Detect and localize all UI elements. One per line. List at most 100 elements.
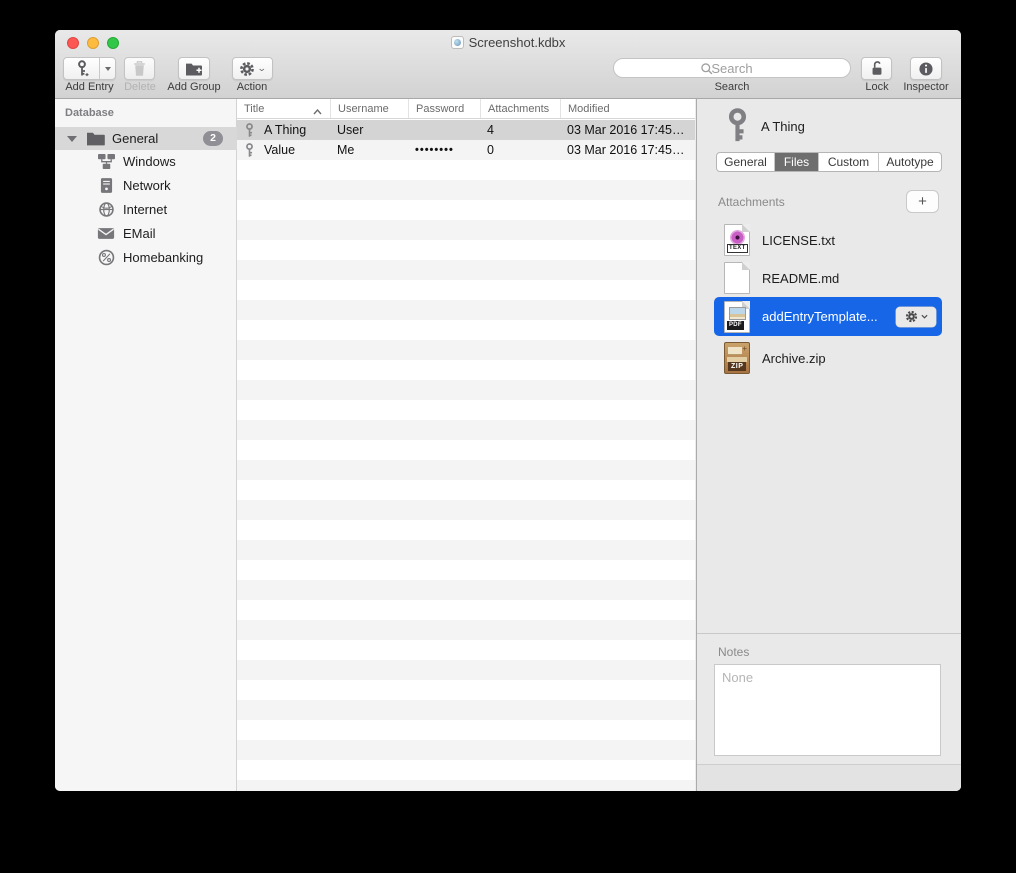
add-entry-button[interactable] <box>63 57 116 80</box>
attachment-name: Archive.zip <box>762 351 826 366</box>
envelope-icon <box>96 227 116 240</box>
table-empty-stripes <box>237 160 695 791</box>
inspector-label: Inspector <box>895 81 957 93</box>
info-icon <box>918 61 934 77</box>
search-input[interactable] <box>614 59 850 77</box>
column-header-password[interactable]: Password <box>408 99 480 118</box>
group-sidebar: Database General 2 Windows Network <box>55 99 237 791</box>
column-header-title[interactable]: Title <box>237 99 330 118</box>
globe-icon <box>96 201 116 218</box>
search-field <box>613 58 851 78</box>
entry-title: Value <box>264 143 295 157</box>
notes-section-label: Notes <box>718 645 749 659</box>
sidebar-item-label: Homebanking <box>123 250 203 265</box>
column-header-modified[interactable]: Modified <box>560 99 695 118</box>
trash-icon <box>132 60 147 77</box>
gear-icon <box>905 310 918 323</box>
percent-icon <box>96 249 116 266</box>
chevron-down-icon: ⌄ <box>257 63 267 74</box>
entry-password: •••••••• <box>408 144 480 156</box>
folder-icon <box>86 131 105 146</box>
key-icon <box>244 123 255 138</box>
window-title-text: Screenshot.kdbx <box>469 35 566 50</box>
inspector-tab-bar: General Files Custom Autotype <box>716 152 942 172</box>
delete-label: Delete <box>114 81 166 93</box>
add-attachment-button[interactable]: + <box>906 190 939 213</box>
sidebar-item-label: Internet <box>123 202 167 217</box>
key-icon <box>724 108 751 149</box>
inspector-footer <box>697 764 961 791</box>
sidebar-section-header: Database <box>65 107 114 119</box>
sidebar-item-internet[interactable]: Internet <box>55 198 237 220</box>
disclosure-triangle-icon[interactable] <box>67 136 77 142</box>
server-icon <box>96 177 116 194</box>
pdf-file-icon: PDF <box>724 301 750 333</box>
sidebar-item-general[interactable]: General 2 <box>55 127 237 150</box>
key-plus-icon <box>75 60 89 77</box>
attachment-row[interactable]: + ZIP Archive.zip <box>714 339 942 377</box>
chevron-down-icon <box>921 314 928 319</box>
sidebar-item-network[interactable]: Network <box>55 174 237 196</box>
sort-ascending-icon <box>313 106 322 118</box>
table-row[interactable]: Value Me •••••••• 0 03 Mar 2016 17:45… <box>237 140 695 160</box>
inspector-panel: A Thing General Files Custom Autotype At… <box>696 99 961 791</box>
table-row[interactable]: A Thing User 4 03 Mar 2016 17:45… <box>237 120 695 140</box>
attachment-row[interactable]: TEXT LICENSE.txt <box>714 221 942 259</box>
sidebar-item-label: Network <box>123 178 171 193</box>
sidebar-item-homebanking[interactable]: Homebanking <box>55 246 237 268</box>
zip-file-icon: + ZIP <box>724 342 750 374</box>
text-file-icon: TEXT <box>724 224 750 256</box>
lock-button[interactable] <box>861 57 892 80</box>
search-label: Search <box>613 81 851 93</box>
attachment-row[interactable]: README.md <box>714 259 942 297</box>
tab-autotype[interactable]: Autotype <box>878 153 941 171</box>
inspector-entry-title: A Thing <box>761 119 805 134</box>
notes-input[interactable] <box>714 664 941 756</box>
table-header: Title Username Password Attachments Modi… <box>237 99 695 119</box>
sidebar-item-label: Windows <box>123 154 176 169</box>
delete-button[interactable] <box>124 57 155 80</box>
document-file-icon <box>724 262 750 294</box>
app-window: Screenshot.kdbx Add Entry Delete Add Gro… <box>55 30 961 791</box>
key-icon <box>244 143 255 158</box>
gear-icon <box>239 61 255 77</box>
unlocked-padlock-icon <box>869 60 885 77</box>
entry-title: A Thing <box>264 123 306 137</box>
add-group-button[interactable] <box>178 57 210 80</box>
column-header-username[interactable]: Username <box>330 99 408 118</box>
window-title: Screenshot.kdbx <box>55 35 961 50</box>
entry-username: Me <box>330 143 408 157</box>
attachment-name: README.md <box>762 271 839 286</box>
action-button[interactable]: ⌄ <box>232 57 273 80</box>
sidebar-item-label: EMail <box>123 226 156 241</box>
add-entry-dropdown[interactable] <box>99 58 115 79</box>
entry-attachments-count: 4 <box>480 123 560 137</box>
attachment-name: addEntryTemplate.... <box>762 309 877 324</box>
sidebar-item-windows[interactable]: Windows <box>55 150 237 172</box>
document-proxy-icon <box>451 36 464 49</box>
window-chrome: Screenshot.kdbx Add Entry Delete Add Gro… <box>55 30 961 99</box>
divider <box>697 633 961 634</box>
attachment-name: LICENSE.txt <box>762 233 835 248</box>
sidebar-item-email[interactable]: EMail <box>55 222 237 244</box>
entry-table: Title Username Password Attachments Modi… <box>237 99 695 791</box>
entry-attachments-count: 0 <box>480 143 560 157</box>
tab-files[interactable]: Files <box>774 153 818 171</box>
entry-username: User <box>330 123 408 137</box>
tab-custom[interactable]: Custom <box>818 153 878 171</box>
column-header-attachments[interactable]: Attachments <box>480 99 560 118</box>
entry-count-badge: 2 <box>203 131 223 146</box>
network-computers-icon <box>96 153 116 170</box>
entry-modified: 03 Mar 2016 17:45… <box>560 123 695 137</box>
inspector-button[interactable] <box>910 57 942 80</box>
sidebar-item-label: General <box>112 131 158 146</box>
action-label: Action <box>227 81 277 93</box>
attachment-row-selected[interactable]: PDF addEntryTemplate.... <box>714 297 942 336</box>
entry-modified: 03 Mar 2016 17:45… <box>560 143 695 157</box>
attachments-section-label: Attachments <box>718 195 785 209</box>
tab-general[interactable]: General <box>717 153 774 171</box>
add-entry-label: Add Entry <box>63 81 116 93</box>
add-group-label: Add Group <box>165 81 223 93</box>
folder-plus-icon <box>185 62 203 76</box>
attachment-action-button[interactable] <box>896 307 936 327</box>
